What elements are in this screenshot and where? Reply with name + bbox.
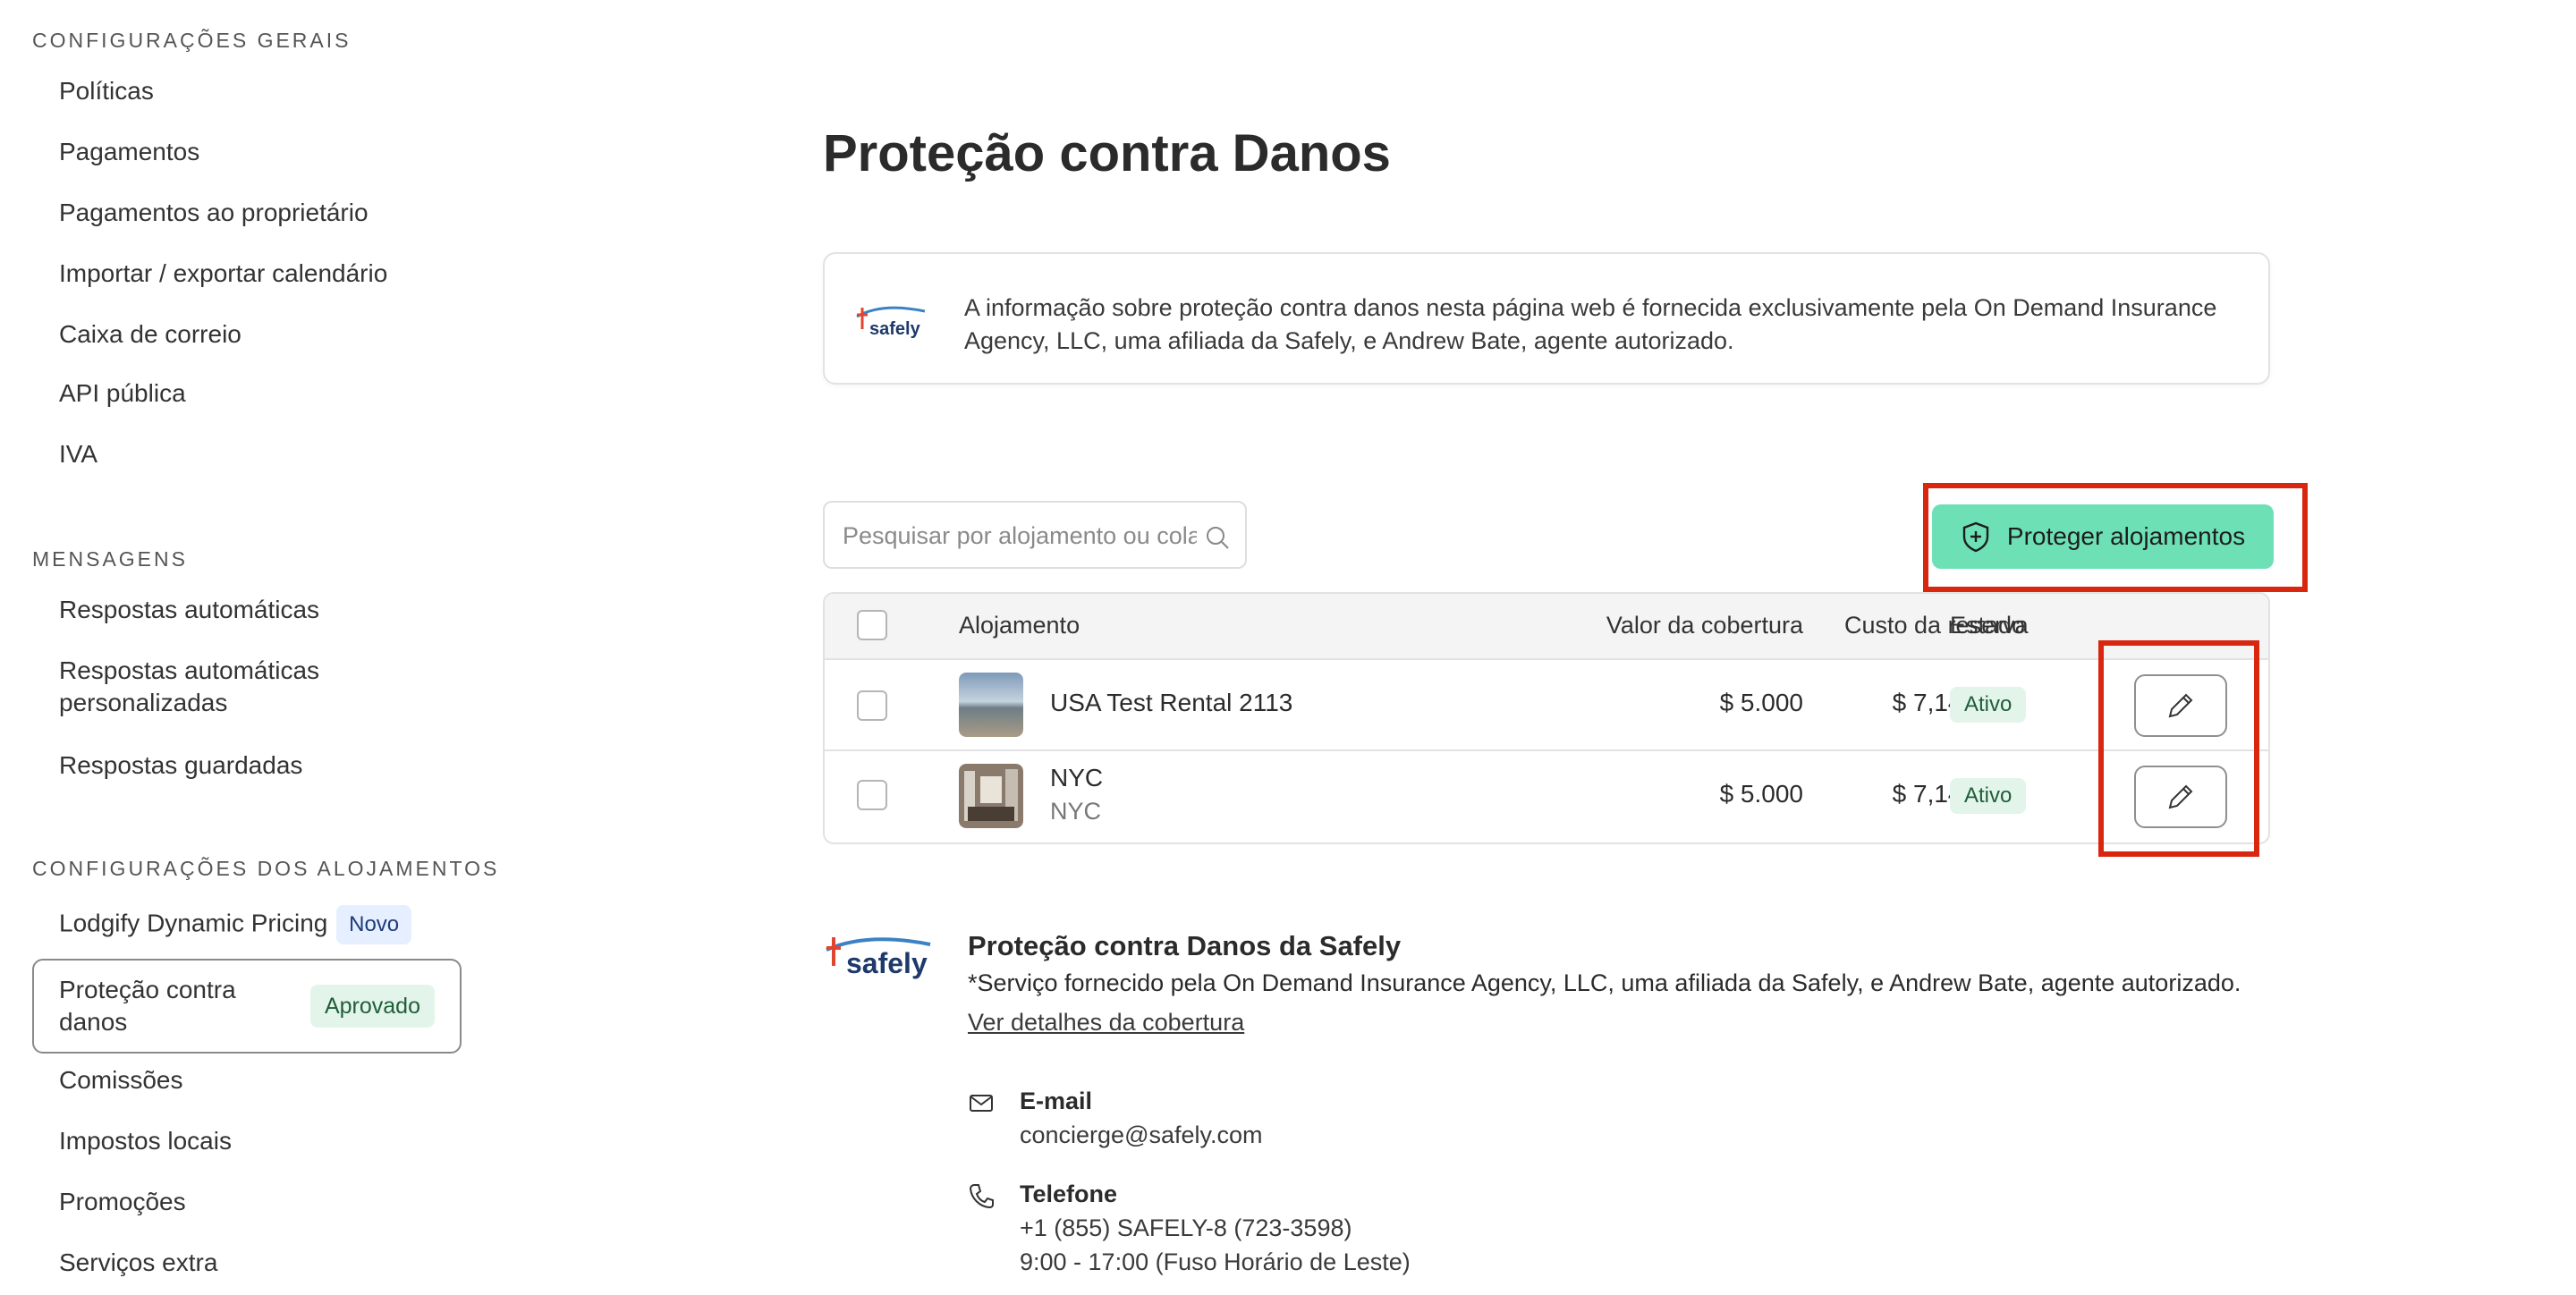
safely-title: Proteção contra Danos da Safely <box>968 930 1402 961</box>
select-all-checkbox[interactable] <box>857 610 887 640</box>
edit-button[interactable] <box>2134 674 2227 737</box>
shield-plus-icon <box>1962 521 1989 553</box>
coverage-value: $ 5.000 <box>1719 780 1803 808</box>
sidebar-item-saved-replies[interactable]: Respostas guardadas <box>59 749 302 782</box>
search-box[interactable] <box>823 501 1247 569</box>
sidebar-item-custom-auto-replies[interactable]: Respostas automáticas personalizadas <box>59 655 381 719</box>
page-title: Proteção contra Danos <box>823 124 1391 182</box>
svg-text:safely: safely <box>869 319 921 339</box>
info-banner: safely A informação sobre proteção contr… <box>823 252 2270 385</box>
sidebar-item-owner-payments[interactable]: Pagamentos ao proprietário <box>59 197 369 229</box>
protect-button-label: Proteger alojamentos <box>2006 522 2246 550</box>
search-input[interactable] <box>843 519 1197 553</box>
property-subtitle: NYC <box>1050 798 1102 825</box>
sidebar-item-policies[interactable]: Políticas <box>59 75 154 107</box>
coverage-details-link[interactable]: Ver detalhes da cobertura <box>968 1009 1244 1037</box>
hours-value: 9:00 - 17:00 (Fuso Horário de Leste) <box>1020 1248 1411 1275</box>
sidebar-item-mailbox[interactable]: Caixa de correio <box>59 318 242 351</box>
sidebar-item-label: Lodgify Dynamic Pricing <box>59 909 328 937</box>
safely-description: *Serviço fornecido pela On Demand Insura… <box>968 969 2241 996</box>
property-thumbnail <box>959 673 1023 737</box>
phone-label: Telefone <box>1020 1181 1118 1207</box>
header-property: Alojamento <box>959 612 1080 639</box>
header-status: Estado <box>1950 612 2026 639</box>
property-name[interactable]: NYC <box>1050 764 1103 792</box>
sidebar-item-calendar-sync[interactable]: Importar / exportar calendário <box>59 258 387 290</box>
safely-logo-icon: safely <box>826 937 931 979</box>
row-checkbox[interactable] <box>857 780 887 810</box>
new-badge: Novo <box>336 905 412 944</box>
svg-text:safely: safely <box>846 947 928 979</box>
search-icon <box>1207 527 1229 549</box>
pencil-icon <box>2168 784 2193 809</box>
sidebar-item-label: Proteção contra danos <box>59 976 236 1036</box>
safely-logo-icon: safely <box>856 306 926 339</box>
phone-value: +1 (855) SAFELY-8 (723-3598) <box>1020 1215 1352 1241</box>
mail-icon <box>970 1095 993 1112</box>
sidebar-item-dynamic-pricing[interactable]: Lodgify Dynamic Pricing Novo <box>59 905 412 944</box>
header-coverage: Valor da cobertura <box>1606 612 1803 639</box>
sidebar-item-damage-protection[interactable]: Proteção contra danos Aprovado <box>32 959 462 1054</box>
sidebar-item-public-api[interactable]: API pública <box>59 377 186 410</box>
property-name[interactable]: USA Test Rental 2113 <box>1050 689 1292 717</box>
phone-icon <box>969 1184 994 1209</box>
status-badge: Ativo <box>1950 687 2027 723</box>
sidebar-item-commissions[interactable]: Comissões <box>59 1064 182 1096</box>
table-row: USA Test Rental 2113 $ 5.000 $ 7,14/noit… <box>825 660 2268 751</box>
protect-properties-button[interactable]: Proteger alojamentos <box>1932 504 2274 569</box>
pencil-icon <box>2168 693 2193 718</box>
info-text: A informação sobre proteção contra danos… <box>964 294 2217 354</box>
coverage-value: $ 5.000 <box>1719 689 1803 716</box>
email-value: concierge@safely.com <box>1020 1121 1263 1148</box>
section-title-messages: MENSAGENS <box>32 547 188 571</box>
table-header: Alojamento Valor da cobertura Custo da r… <box>825 594 2268 660</box>
section-title-general: CONFIGURAÇÕES GERAIS <box>32 29 352 52</box>
section-title-properties: CONFIGURAÇÕES DOS ALOJAMENTOS <box>32 857 500 880</box>
sidebar-item-local-taxes[interactable]: Impostos locais <box>59 1125 232 1157</box>
status-badge: Ativo <box>1950 778 2027 814</box>
sidebar-item-extra-services[interactable]: Serviços extra <box>59 1247 217 1279</box>
table-row: NYC NYC $ 5.000 $ 7,14/noite Ativo <box>825 751 2268 842</box>
sidebar-item-vat[interactable]: IVA <box>59 438 97 470</box>
email-label: E-mail <box>1020 1088 1093 1114</box>
sidebar-item-payments[interactable]: Pagamentos <box>59 136 199 168</box>
property-thumbnail <box>959 764 1023 828</box>
edit-button[interactable] <box>2134 766 2227 828</box>
properties-table: Alojamento Valor da cobertura Custo da r… <box>823 592 2270 844</box>
approved-badge: Aprovado <box>309 985 435 1028</box>
row-checkbox[interactable] <box>857 690 887 721</box>
sidebar-item-promotions[interactable]: Promoções <box>59 1186 186 1218</box>
settings-sidebar: CONFIGURAÇÕES GERAIS Políticas Pagamento… <box>0 0 501 1295</box>
sidebar-item-auto-replies[interactable]: Respostas automáticas <box>59 594 319 626</box>
